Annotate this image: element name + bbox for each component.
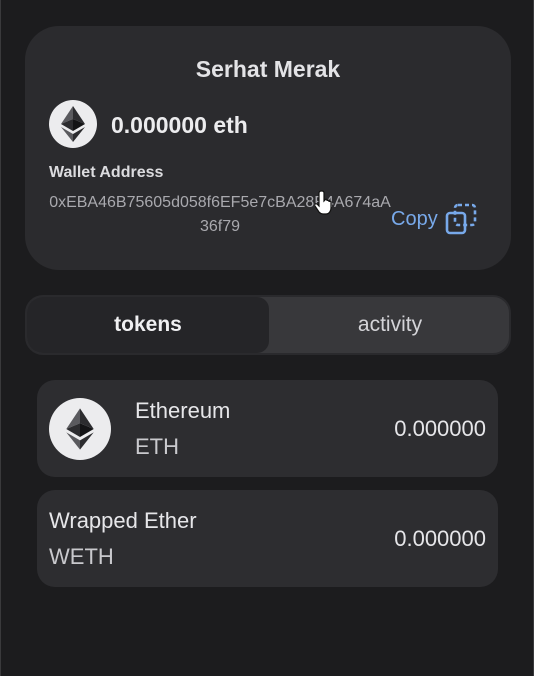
tab-bar: tokens activity	[25, 295, 511, 355]
token-symbol: ETH	[135, 434, 179, 459]
wallet-card: Serhat Merak 0.000000 eth Wallet Address…	[25, 26, 511, 270]
wallet-name: Serhat Merak	[195, 56, 341, 82]
token-row-ethereum[interactable]: Ethereum ETH 0.000000	[37, 380, 498, 477]
token-name: Ethereum	[135, 398, 231, 423]
wallet-address: 0xEBA46B75605d058f6EF5e7cBA28E4A674aA36f…	[49, 194, 391, 235]
copy-label: Copy	[391, 207, 438, 230]
token-amount: 0.000000	[394, 416, 486, 441]
copy-address-button[interactable]: Copy	[391, 202, 478, 236]
ethereum-icon	[49, 398, 111, 460]
tab-tokens[interactable]: tokens	[27, 297, 269, 353]
token-row-wrapped-ether[interactable]: Wrapped Ether WETH 0.000000	[37, 490, 498, 587]
ethereum-icon	[49, 100, 97, 148]
token-amount: 0.000000	[394, 526, 486, 551]
wallet-address-label: Wallet Address	[49, 164, 164, 181]
hand-cursor-icon	[315, 190, 332, 215]
token-name: Wrapped Ether	[49, 508, 197, 533]
wallet-balance: 0.000000 eth	[111, 112, 248, 138]
app-frame: Serhat Merak 0.000000 eth Wallet Address…	[0, 0, 534, 676]
tab-activity[interactable]: activity	[269, 297, 511, 353]
token-symbol: WETH	[49, 544, 114, 569]
copy-icon	[445, 203, 477, 235]
